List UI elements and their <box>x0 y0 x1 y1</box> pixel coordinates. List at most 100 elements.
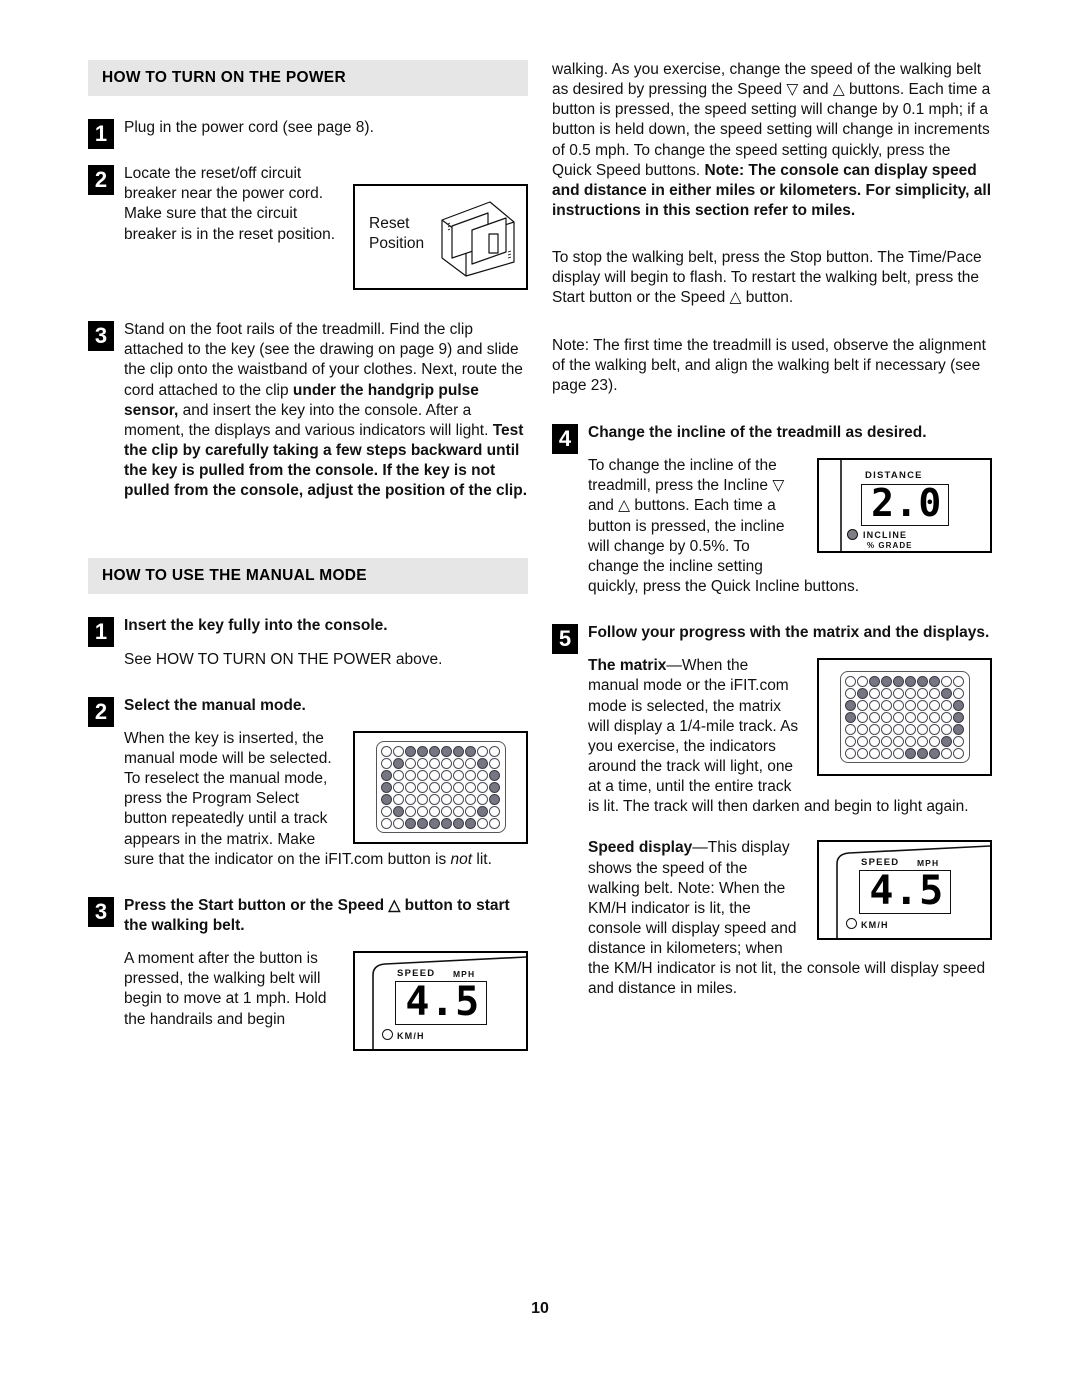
step-number-badge: 2 <box>88 165 114 196</box>
matrix-dot-unlit <box>881 711 892 723</box>
figure-matrix-full-track <box>353 730 528 844</box>
matrix-dot-lit <box>405 817 416 829</box>
matrix-dot-unlit <box>441 757 452 769</box>
matrix-dot-unlit <box>845 687 856 699</box>
matrix-dot-unlit <box>953 735 964 747</box>
matrix-dot-unlit <box>381 817 392 829</box>
matrix-dot-unlit <box>929 687 940 699</box>
matrix-dot-unlit <box>453 781 464 793</box>
matrix-dot-lit <box>845 711 856 723</box>
matrix-dot-unlit <box>429 793 440 805</box>
matrix-dot-lit <box>917 747 928 759</box>
step-title: Insert the key fully into the console. <box>124 617 388 635</box>
matrix-dot-unlit <box>465 769 476 781</box>
matrix-dot-lit <box>489 769 500 781</box>
matrix-dot-unlit <box>845 747 856 759</box>
matrix-dot-unlit <box>905 687 916 699</box>
matrix-dot-lit <box>917 675 928 687</box>
speed-label: SPEED <box>861 857 900 869</box>
matrix-row <box>845 687 965 699</box>
matrix-dot-unlit <box>941 711 952 723</box>
matrix-row <box>845 723 965 735</box>
matrix-dot-unlit <box>417 793 428 805</box>
matrix-dot-unlit <box>893 687 904 699</box>
matrix-row <box>381 793 501 805</box>
matrix-dot-unlit <box>893 699 904 711</box>
matrix-dot-lit <box>953 699 964 711</box>
matrix-dot-unlit <box>381 757 392 769</box>
matrix-dot-unlit <box>429 757 440 769</box>
matrix-dot-unlit <box>393 793 404 805</box>
matrix-dot-unlit <box>845 675 856 687</box>
matrix-dot-unlit <box>381 745 392 757</box>
matrix-dot-unlit <box>917 711 928 723</box>
matrix-row <box>381 817 501 829</box>
matrix-dot-lit <box>929 747 940 759</box>
step3-title-1: Press the Start button or the Speed <box>124 896 389 914</box>
step-title: Change the incline of the treadmill as d… <box>588 423 927 441</box>
matrix-dot-unlit <box>441 769 452 781</box>
figure-speed-display-left: SPEED MPH 4.5 KM/H <box>353 951 528 1052</box>
matrix-dot-lit <box>441 745 452 757</box>
distance-display-panel: DISTANCE 2.0 INCLINE % GRADE <box>819 460 990 552</box>
matrix-dot-unlit <box>429 781 440 793</box>
matrix-dot-unlit <box>405 769 416 781</box>
matrix-dot-lit <box>941 687 952 699</box>
matrix-dot-unlit <box>905 723 916 735</box>
speed-value: 4.5 <box>405 979 480 1026</box>
matrix-dot-unlit <box>405 781 416 793</box>
matrix-dot-lit <box>857 687 868 699</box>
matrix-dot-unlit <box>465 805 476 817</box>
matrix-dot-lit <box>429 745 440 757</box>
matrix-dot-unlit <box>953 675 964 687</box>
mph-label: MPH <box>917 858 940 869</box>
circuit-breaker-illustration <box>441 201 515 277</box>
matrix-dot-unlit <box>857 675 868 687</box>
matrix-dot-unlit <box>929 711 940 723</box>
matrix-dot-unlit <box>857 699 868 711</box>
matrix-dot-unlit <box>393 745 404 757</box>
matrix-dot-lit <box>465 817 476 829</box>
matrix-dot-lit <box>869 675 880 687</box>
matrix-dot-unlit <box>869 735 880 747</box>
step-number-badge: 5 <box>552 624 578 655</box>
matrix-dot-unlit <box>881 687 892 699</box>
matrix-dot-lit <box>845 699 856 711</box>
step-progress-5: 5 Follow your progress with the matrix a… <box>552 623 992 999</box>
section-heading-manual-mode: HOW TO USE THE MANUAL MODE <box>88 558 528 595</box>
matrix-dot-lit <box>381 781 392 793</box>
matrix-dot-unlit <box>477 817 488 829</box>
section-heading-power: HOW TO TURN ON THE POWER <box>88 60 528 96</box>
matrix-dot-unlit <box>465 781 476 793</box>
grade-label: % GRADE <box>867 541 913 551</box>
reset-position-label: Reset Position <box>369 215 425 252</box>
matrix-dot-lit <box>453 817 464 829</box>
matrix-dot-unlit <box>453 793 464 805</box>
right-column: walking. As you exercise, change the spe… <box>552 60 992 1004</box>
matrix-dot-lit <box>453 745 464 757</box>
matrix-dot-unlit <box>465 757 476 769</box>
matrix-dot-unlit <box>393 769 404 781</box>
matrix-display <box>839 671 970 764</box>
step-number-badge: 1 <box>88 617 114 648</box>
matrix-row <box>381 757 501 769</box>
matrix-dot-unlit <box>881 699 892 711</box>
figure-speed-display-right: SPEED MPH 4.5 KM/H <box>817 840 992 941</box>
matrix-dot-unlit <box>405 757 416 769</box>
matrix-dot-unlit <box>869 747 880 759</box>
matrix-row <box>845 699 965 711</box>
matrix-dot-unlit <box>881 735 892 747</box>
matrix-dot-unlit <box>417 781 428 793</box>
matrix-dot-unlit <box>953 687 964 699</box>
kmh-label: KM/H <box>861 920 889 931</box>
matrix-dot-lit <box>489 781 500 793</box>
matrix-dot-lit <box>905 675 916 687</box>
manual-page: HOW TO TURN ON THE POWER 1 Plug in the p… <box>0 0 1080 1397</box>
matrix-dot-unlit <box>869 723 880 735</box>
matrix-dot-unlit <box>881 747 892 759</box>
matrix-dot-unlit <box>905 699 916 711</box>
mph-label: MPH <box>453 969 476 980</box>
matrix-dot-lit <box>941 735 952 747</box>
matrix-dot-unlit <box>477 769 488 781</box>
step2-body-2: lit. <box>472 850 492 868</box>
